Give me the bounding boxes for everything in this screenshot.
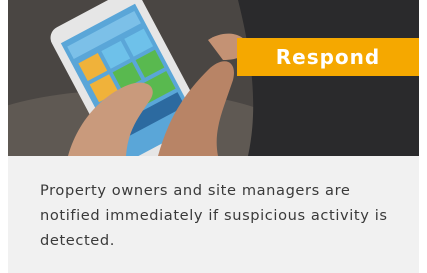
phone-in-hand-image <box>8 0 419 156</box>
caption-text: Property owners and site managers are no… <box>40 182 388 249</box>
feature-card: Respond Property owners and site manager… <box>8 0 419 273</box>
hero-photo: Respond <box>8 0 419 156</box>
respond-badge: Respond <box>237 38 419 76</box>
